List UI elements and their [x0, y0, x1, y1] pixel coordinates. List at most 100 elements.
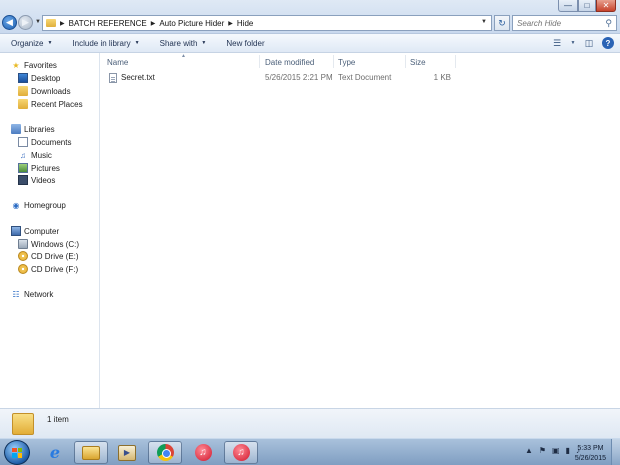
- share-with-label: Share with: [159, 38, 198, 48]
- file-date-modified: 5/26/2015 2:21 PM: [265, 73, 333, 82]
- include-in-library-button[interactable]: Include in library ▼: [61, 39, 148, 48]
- nav-libraries[interactable]: Libraries: [11, 123, 55, 135]
- column-divider[interactable]: [405, 55, 406, 68]
- details-pane: 1 item: [0, 408, 620, 438]
- action-center-icon[interactable]: ▣: [552, 446, 560, 455]
- minimize-button[interactable]: —: [558, 0, 578, 12]
- windows-logo-icon: [12, 447, 22, 458]
- text-file-icon: [109, 72, 117, 83]
- star-icon: ★: [12, 60, 20, 70]
- close-button[interactable]: ✕: [596, 0, 616, 12]
- nav-pictures[interactable]: Pictures: [18, 162, 60, 174]
- maximize-button[interactable]: □: [578, 0, 596, 12]
- help-icon[interactable]: ?: [602, 37, 614, 49]
- forward-button[interactable]: ▶: [18, 15, 33, 30]
- nav-recent-places-label: Recent Places: [31, 99, 83, 109]
- refresh-button[interactable]: ↻: [494, 15, 510, 31]
- cd-drive-icon: [18, 251, 28, 261]
- nav-documents[interactable]: Documents: [18, 136, 71, 148]
- itunes-icon: ♫: [194, 444, 212, 461]
- taskbar-windows-explorer[interactable]: [74, 441, 108, 464]
- nav-cd-drive-f[interactable]: CD Drive (F:): [18, 263, 78, 275]
- view-dropdown-icon[interactable]: ▼: [570, 37, 576, 49]
- column-divider[interactable]: [455, 55, 456, 68]
- libraries-icon: [11, 124, 21, 134]
- nav-music[interactable]: ♫ Music: [18, 149, 52, 161]
- chevron-right-icon[interactable]: ▶: [151, 20, 156, 27]
- taskbar-internet-explorer[interactable]: e: [38, 441, 72, 464]
- chrome-icon: [156, 444, 174, 461]
- nav-computer-label: Computer: [24, 226, 60, 236]
- recent-pages-dropdown[interactable]: ▼: [35, 19, 41, 25]
- media-player-icon: ▶: [118, 444, 136, 461]
- new-folder-label: New folder: [226, 38, 265, 48]
- new-folder-button[interactable]: New folder: [215, 39, 273, 48]
- back-button[interactable]: ◀: [2, 15, 17, 30]
- chevron-down-icon: ▼: [134, 40, 140, 46]
- column-header-name[interactable]: Name: [107, 55, 128, 69]
- nav-cd-drive-f-label: CD Drive (F:): [31, 264, 79, 274]
- column-divider[interactable]: [333, 55, 334, 68]
- organize-button[interactable]: Organize ▼: [0, 39, 61, 48]
- chevron-right-icon[interactable]: ▶: [228, 20, 233, 27]
- nav-network-label: Network: [24, 289, 54, 299]
- nav-cd-drive-e[interactable]: CD Drive (E:): [18, 250, 79, 262]
- show-hidden-icons-icon[interactable]: ▲: [525, 446, 533, 455]
- start-button[interactable]: [4, 440, 30, 465]
- nav-videos[interactable]: Videos: [18, 174, 55, 186]
- documents-icon: [18, 137, 28, 147]
- breadcrumb-batch-reference[interactable]: BATCH REFERENCE: [69, 19, 147, 28]
- search-input[interactable]: [517, 18, 602, 28]
- windows-explorer-icon: [82, 445, 100, 460]
- network-signal-icon[interactable]: ▮: [566, 446, 570, 455]
- search-box[interactable]: ⚲: [512, 15, 617, 31]
- flag-icon[interactable]: ⚑: [539, 446, 546, 455]
- clock[interactable]: 5:33 PM 5/26/2015: [575, 444, 606, 464]
- recent-places-icon: [18, 99, 28, 109]
- breadcrumb-hide[interactable]: Hide: [237, 19, 253, 28]
- nav-computer[interactable]: Computer: [11, 225, 59, 237]
- cd-drive-icon: [18, 264, 28, 274]
- breadcrumb-auto-picture-hider[interactable]: Auto Picture Hider: [159, 19, 224, 28]
- folder-icon: [46, 19, 56, 27]
- column-divider[interactable]: [259, 55, 260, 68]
- nav-favorites-label: Favorites: [24, 60, 57, 70]
- share-with-button[interactable]: Share with ▼: [149, 39, 216, 48]
- nav-homegroup-label: Homegroup: [24, 200, 66, 210]
- internet-explorer-icon: e: [49, 443, 61, 462]
- nav-windows-c[interactable]: Windows (C:): [18, 238, 79, 250]
- show-desktop-button[interactable]: [611, 439, 620, 465]
- preview-pane-icon[interactable]: ◫: [582, 37, 596, 49]
- chevron-right-icon[interactable]: ▶: [60, 20, 65, 27]
- minimize-icon: —: [564, 1, 572, 10]
- pictures-icon: [18, 163, 28, 173]
- file-list[interactable]: ▲ Name Date modified Type Size Secret.tx…: [101, 53, 620, 408]
- taskbar-itunes-2[interactable]: ♫: [224, 441, 258, 464]
- nav-homegroup[interactable]: ◉ Homegroup: [11, 199, 66, 211]
- arrow-left-icon: ◀: [6, 17, 13, 27]
- nav-recent-places[interactable]: Recent Places: [18, 98, 83, 110]
- nav-windows-c-label: Windows (C:): [31, 239, 80, 249]
- column-header-size[interactable]: Size: [410, 55, 426, 69]
- nav-desktop-label: Desktop: [31, 73, 61, 83]
- nav-downloads[interactable]: Downloads: [18, 85, 71, 97]
- search-icon[interactable]: ⚲: [605, 18, 612, 29]
- view-options-icon[interactable]: ☰: [550, 37, 564, 49]
- computer-icon: [11, 226, 21, 236]
- nav-network[interactable]: ☷ Network: [11, 288, 53, 300]
- desktop-icon: [18, 73, 28, 83]
- nav-videos-label: Videos: [31, 175, 56, 185]
- taskbar-itunes[interactable]: ♫: [186, 441, 220, 464]
- table-row[interactable]: Secret.txt 5/26/2015 2:21 PM Text Docume…: [101, 71, 461, 84]
- nav-desktop[interactable]: Desktop: [18, 72, 60, 84]
- column-header-date-modified[interactable]: Date modified: [265, 55, 314, 69]
- nav-favorites[interactable]: ★ Favorites: [11, 59, 57, 71]
- hard-drive-icon: [18, 239, 28, 249]
- taskbar-chrome[interactable]: [148, 441, 182, 464]
- include-in-library-label: Include in library: [72, 38, 131, 48]
- column-header-type[interactable]: Type: [338, 55, 355, 69]
- address-dropdown-icon[interactable]: ▼: [481, 19, 487, 25]
- taskbar-media-player[interactable]: ▶: [110, 441, 144, 464]
- file-size: 1 KB: [433, 73, 451, 82]
- address-bar[interactable]: ▶ BATCH REFERENCE ▶ Auto Picture Hider ▶…: [42, 15, 492, 31]
